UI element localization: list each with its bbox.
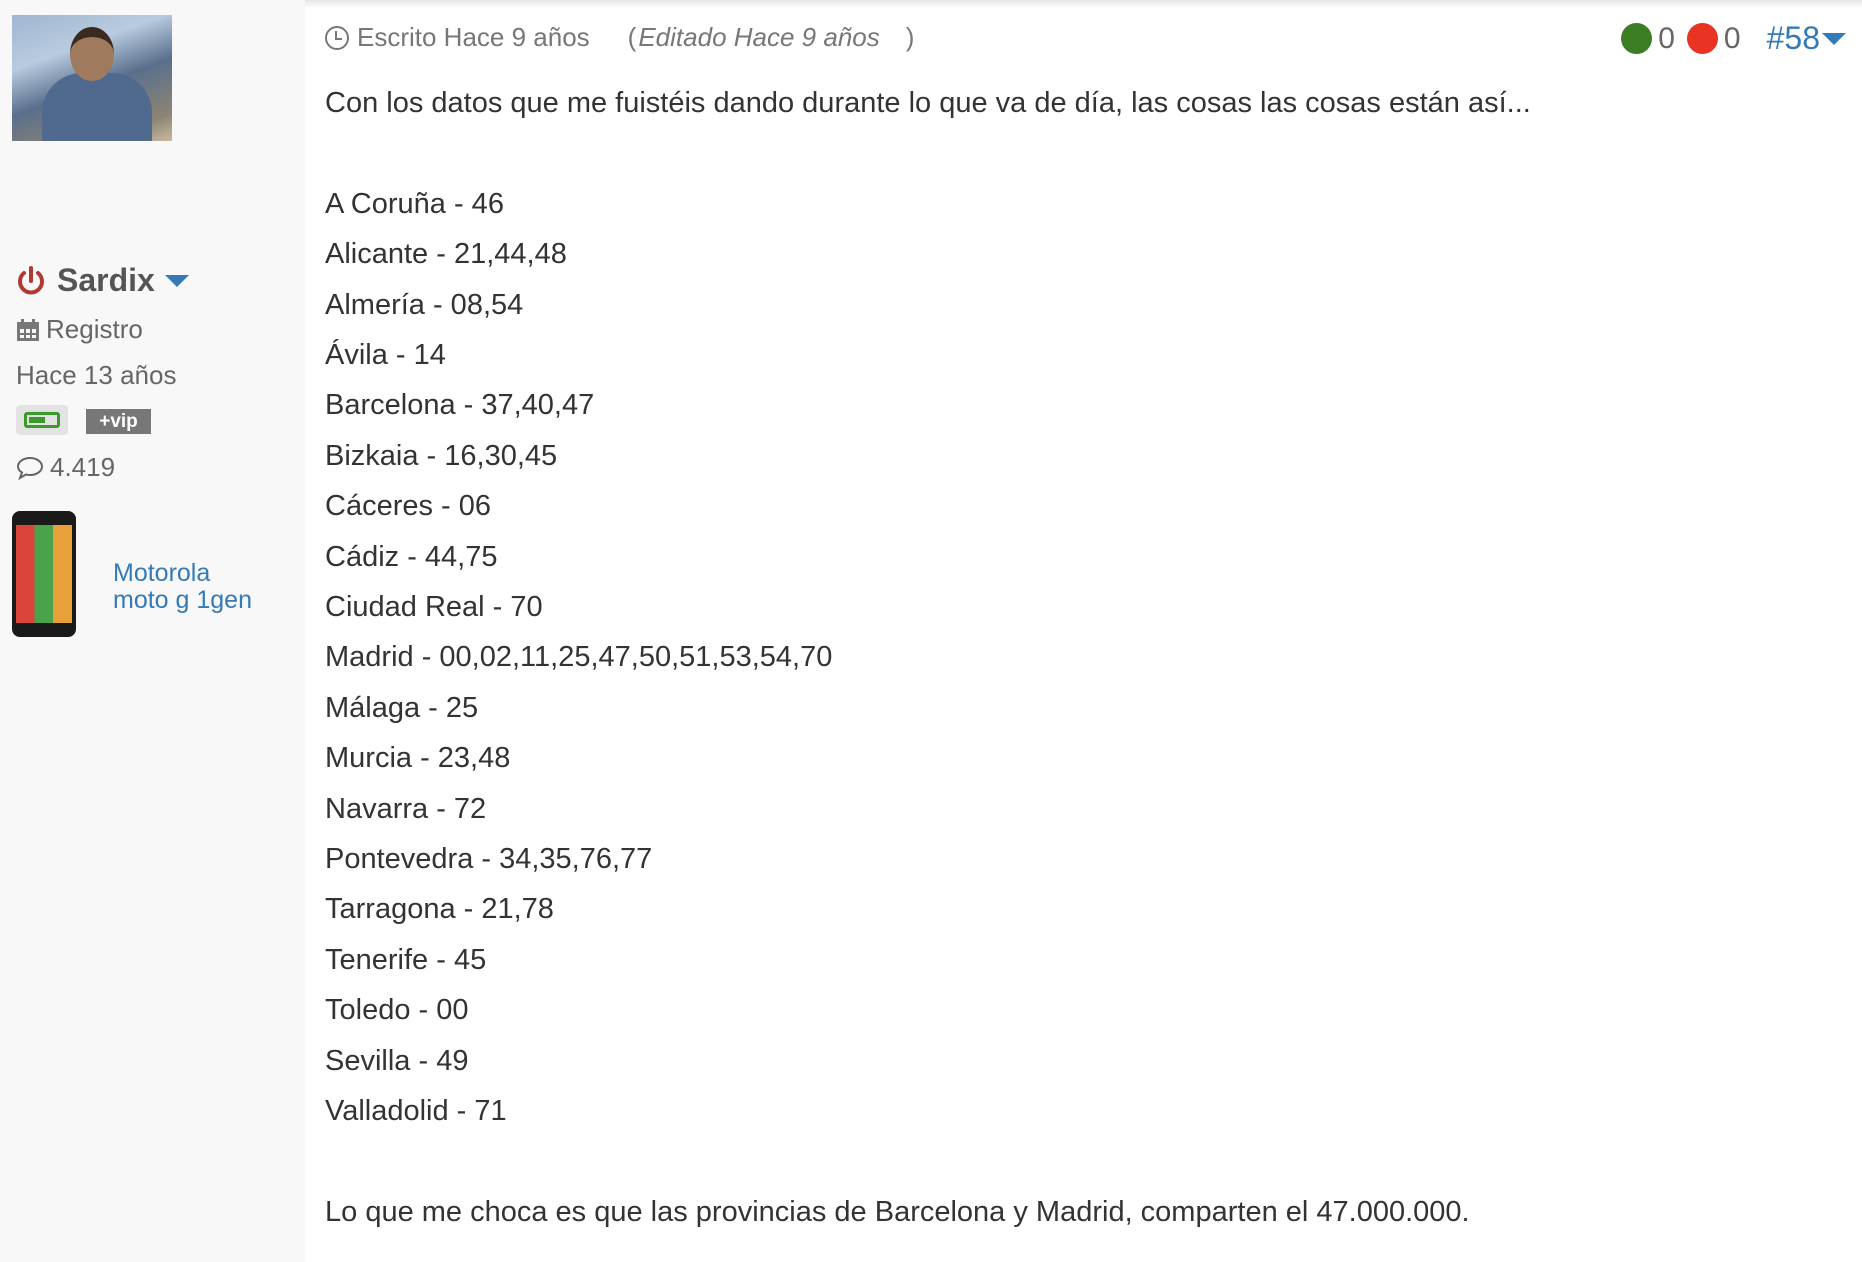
power-icon: [18, 265, 44, 294]
calendar-icon: [17, 318, 39, 341]
user-sidebar: Sardix Registro Hace 13 años +vip 4.419 …: [0, 0, 305, 1262]
list-item: Alicante - 21,44,48: [325, 238, 567, 271]
dislike-count: 0: [1723, 21, 1741, 55]
list-item: Almería - 08,54: [325, 288, 524, 321]
list-item: A Coruña - 46: [325, 187, 504, 220]
registro-label: Registro: [46, 314, 143, 344]
vip-badge: +vip: [86, 409, 151, 434]
registro: Registro: [16, 314, 143, 345]
registro-date: Hace 13 años: [16, 360, 177, 390]
list-item: Ciudad Real - 70: [325, 591, 543, 624]
username[interactable]: Sardix: [15, 262, 189, 299]
edited-time: Editado Hace 9 años: [638, 22, 880, 52]
list-item: Navarra - 72: [325, 792, 487, 825]
comment-icon: [16, 456, 44, 480]
list-item: Pontevedra - 34,35,76,77: [325, 843, 653, 876]
chevron-down-icon[interactable]: [164, 274, 189, 287]
list-item: Tenerife - 45: [325, 943, 487, 976]
list-item: Ávila - 14: [325, 339, 446, 372]
list-item: Bizkaia - 16,30,45: [325, 439, 558, 472]
post-intro: Con los datos que me fuistéis dando dura…: [325, 87, 1531, 119]
clock-icon: [325, 25, 349, 50]
device-brand: Motorola: [113, 559, 211, 587]
list-item: Madrid - 00,02,11,25,47,50,51,53,54,70: [325, 641, 833, 674]
list-item: Tarragona - 21,78: [325, 893, 554, 926]
comment-count-value: 4.419: [50, 452, 116, 482]
written-time: Escrito Hace 9 años: [357, 22, 590, 52]
list-item: Toledo - 00: [325, 994, 469, 1027]
device-model: moto g 1gen: [113, 586, 252, 614]
list-item: Sevilla - 49: [325, 1044, 469, 1077]
avatar[interactable]: [12, 15, 172, 141]
like-count: 0: [1658, 21, 1675, 55]
post-number: #58: [1766, 20, 1820, 56]
battery-icon: [16, 405, 68, 435]
post-outro: Lo que me choca es que las provincias de…: [325, 1195, 1470, 1228]
edited-close: ): [905, 22, 915, 52]
list-item: Murcia - 23,48: [325, 742, 511, 775]
username-text: Sardix: [57, 262, 155, 298]
list-item: Málaga - 25: [325, 691, 479, 724]
list-item: Cáceres - 06: [325, 490, 492, 523]
like-icon[interactable]: [1621, 23, 1653, 54]
list-item: Valladolid - 71: [325, 1095, 507, 1128]
comment-count: 4.419: [16, 452, 115, 483]
device-link[interactable]: Motorola moto g 1gen: [113, 560, 252, 614]
list-item: Barcelona - 37,40,47: [325, 389, 595, 422]
chevron-down-icon: [1822, 32, 1846, 45]
list-item: Cádiz - 44,75: [325, 540, 498, 573]
post-actions: 0 0 #58: [1621, 20, 1846, 57]
post-body: Con los datos que me fuistéis dando dura…: [325, 78, 1531, 1237]
dislike-icon[interactable]: [1686, 23, 1718, 54]
device-image[interactable]: [12, 511, 76, 637]
edited-open: (: [627, 22, 637, 52]
post-number-link[interactable]: #58: [1767, 20, 1846, 57]
post-header: Escrito Hace 9 años ( Editado Hace 9 año…: [325, 22, 914, 53]
